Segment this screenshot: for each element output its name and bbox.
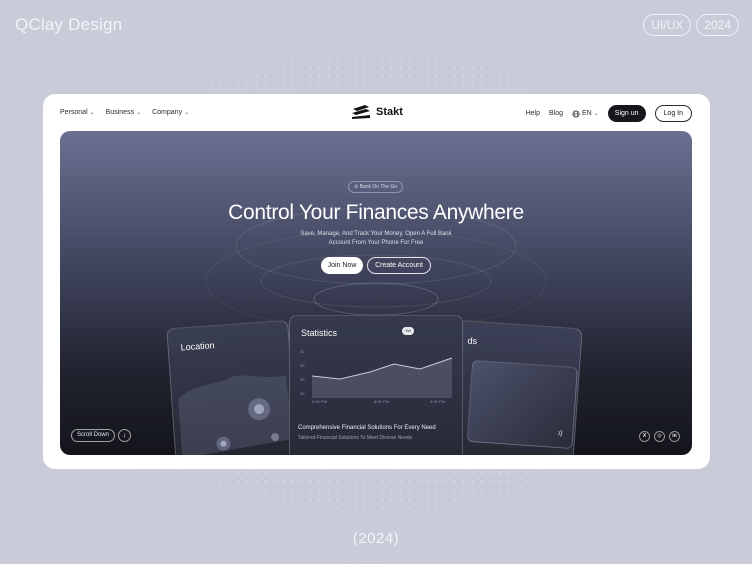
nav-item-label: Personal: [60, 109, 88, 116]
arrow-down-icon: ↓: [118, 429, 132, 442]
signup-button[interactable]: Sign un: [607, 105, 646, 122]
y-tick-label: 20: [300, 377, 305, 382]
period-toggle[interactable]: 1W: [402, 327, 414, 335]
tag-pill-uiux: UI/UX: [643, 14, 692, 36]
statistics-footer-subtitle: Tailored Financial Solutions To Meet Div…: [298, 435, 413, 441]
scroll-down-control[interactable]: Scroll Down ↓: [71, 429, 132, 442]
cards-card[interactable]: ds: [448, 319, 583, 455]
statistics-footer-title: Comprehensive Financial Solutions For Ev…: [298, 425, 436, 431]
bank-card-graphic: [466, 359, 579, 450]
chevron-down-icon: ⌄: [184, 110, 190, 116]
chevron-down-icon: ⌄: [136, 110, 142, 116]
hero-badge: ⊘ Bank On The Go: [348, 181, 404, 193]
statistics-card-title: Statistics: [301, 328, 338, 338]
nav-link-help[interactable]: Help: [526, 110, 540, 117]
hero-badge-label: Bank On The Go: [359, 184, 398, 190]
logo-text: Stakt: [376, 106, 403, 118]
join-now-button[interactable]: Join Now: [321, 257, 363, 274]
brand-title: QClay Design: [15, 15, 123, 34]
instagram-icon[interactable]: ◎: [654, 431, 665, 442]
cards-card-title: ds: [467, 335, 478, 347]
nav-item-label: Business: [105, 109, 135, 116]
chevron-down-icon: ⌄: [89, 110, 95, 116]
statistics-line-chart: 40 30 20 10 9:00 PM 6:00 PM 3:00 PM: [300, 349, 453, 404]
create-account-button[interactable]: Create Account: [367, 257, 431, 274]
social-links: X ◎ in: [639, 431, 680, 442]
chevron-down-icon: ⌄: [593, 111, 599, 117]
tag-pills: UI/UX 2024: [643, 14, 739, 36]
secondary-nav: Help Blog EN ⌄ Sign un Log In: [526, 105, 692, 122]
globe-icon: [572, 109, 580, 118]
browser-frame: Personal ⌄ Business ⌄ Company ⌄ Stakt He…: [43, 94, 710, 469]
contactless-icon: [557, 430, 563, 437]
stakt-logo-icon: [352, 105, 370, 119]
x-tick-label: 9:00 PM: [312, 399, 327, 404]
y-tick-label: 30: [300, 363, 305, 368]
scroll-down-label: Scroll Down: [71, 429, 116, 442]
nav-link-blog[interactable]: Blog: [549, 110, 563, 117]
hero-title: Control Your Finances Anywhere: [228, 201, 524, 224]
language-selector[interactable]: EN ⌄: [572, 109, 599, 118]
x-tick-label: 3:00 PM: [430, 399, 445, 404]
hero-subtitle-line1: Save, Manage, And Track Your Money. Open…: [300, 231, 452, 237]
site-logo[interactable]: Stakt: [351, 104, 403, 120]
nav-item-company[interactable]: Company ⌄: [152, 109, 189, 116]
language-label: EN: [582, 110, 592, 117]
hero-subtitle: Save, Manage, And Track Your Money. Open…: [296, 230, 456, 248]
hero-subtitle-line2: Account From Your Phone For Free: [328, 240, 424, 246]
x-icon[interactable]: X: [639, 431, 650, 442]
linkedin-icon[interactable]: in: [669, 431, 680, 442]
x-tick-label: 6:00 PM: [374, 399, 389, 404]
login-button[interactable]: Log In: [654, 105, 692, 122]
tag-pill-year: 2024: [696, 14, 739, 36]
hero-section: ⊘ Bank On The Go Control Your Finances A…: [60, 131, 692, 455]
world-map-graphic: [178, 375, 294, 455]
footer-year: (2024): [352, 530, 400, 547]
nav-item-business[interactable]: Business ⌄: [106, 109, 141, 116]
y-tick-label: 40: [300, 349, 305, 354]
statistics-card[interactable]: Statistics 1W 40 30 20 10 9:00 PM 6:00 P…: [289, 315, 463, 455]
primary-nav: Personal ⌄ Business ⌄ Company ⌄: [60, 109, 189, 116]
nav-item-personal[interactable]: Personal ⌄: [60, 109, 95, 116]
location-card[interactable]: Location: [166, 319, 298, 455]
link-icon: ⊘: [354, 184, 359, 190]
nav-item-label: Company: [152, 109, 183, 116]
y-tick-label: 10: [300, 391, 305, 396]
